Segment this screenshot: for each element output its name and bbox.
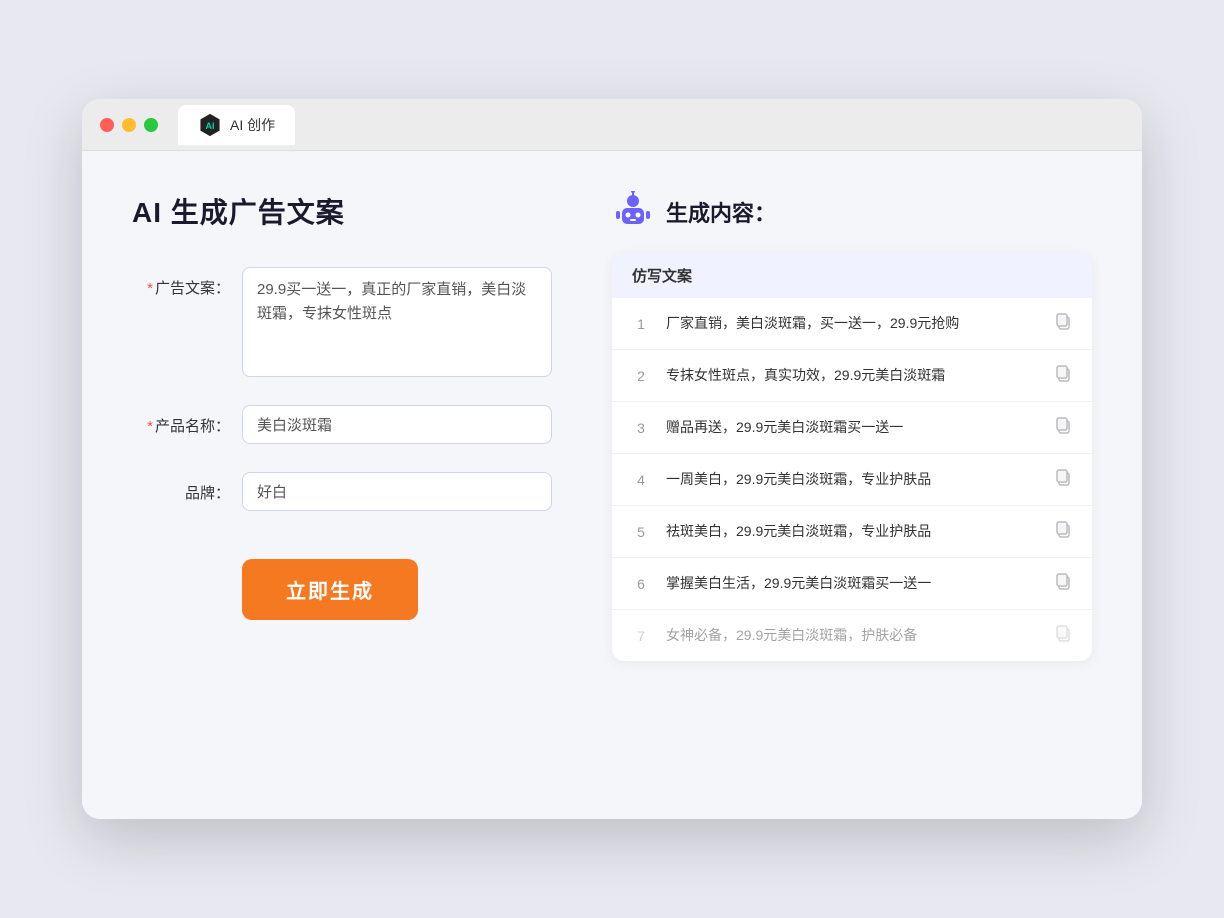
left-panel: AI 生成广告文案 *广告文案： 29.9买一送一，真正的厂家直销，美白淡斑霜，… xyxy=(132,191,552,620)
results-list: 1 厂家直销，美白淡斑霜，买一送一，29.9元抢购 2 专抹女性斑点，真实功效，29… xyxy=(612,298,1092,661)
ad-copy-label: *广告文案： xyxy=(132,267,242,298)
results-column-header: 仿写文案 xyxy=(612,253,1092,298)
row-number: 3 xyxy=(632,420,650,436)
table-row: 2 专抹女性斑点，真实功效，29.9元美白淡斑霜 xyxy=(612,350,1092,402)
browser-window: AI AI 创作 AI 生成广告文案 *广告文案： 29.9买一送一，真正的厂家… xyxy=(82,99,1142,819)
row-text: 赠品再送，29.9元美白淡斑霜买一送一 xyxy=(666,417,1038,438)
minimize-button[interactable] xyxy=(122,118,136,132)
required-star-1: * xyxy=(147,280,153,297)
main-content: AI 生成广告文案 *广告文案： 29.9买一送一，真正的厂家直销，美白淡斑霜，… xyxy=(82,151,1142,701)
product-name-label: *产品名称： xyxy=(132,405,242,436)
copy-icon[interactable] xyxy=(1054,312,1072,335)
right-header: 生成内容： xyxy=(612,191,1092,233)
page-title: AI 生成广告文案 xyxy=(132,191,552,231)
copy-icon[interactable] xyxy=(1054,572,1072,595)
close-button[interactable] xyxy=(100,118,114,132)
row-number: 5 xyxy=(632,524,650,540)
right-panel: 生成内容： 仿写文案 1 厂家直销，美白淡斑霜，买一送一，29.9元抢购 2 专抹女… xyxy=(612,191,1092,661)
product-name-row: *产品名称： xyxy=(132,405,552,444)
copy-icon[interactable] xyxy=(1054,624,1072,647)
ad-copy-row: *广告文案： 29.9买一送一，真正的厂家直销，美白淡斑霜，专抹女性斑点 xyxy=(132,267,552,377)
row-text: 掌握美白生活，29.9元美白淡斑霜买一送一 xyxy=(666,573,1038,594)
tab-label: AI 创作 xyxy=(230,115,275,135)
table-row: 7 女神必备，29.9元美白淡斑霜，护肤必备 xyxy=(612,610,1092,661)
row-number: 7 xyxy=(632,628,650,644)
product-name-input[interactable] xyxy=(242,405,552,444)
table-row: 4 一周美白，29.9元美白淡斑霜，专业护肤品 xyxy=(612,454,1092,506)
row-text: 一周美白，29.9元美白淡斑霜，专业护肤品 xyxy=(666,469,1038,490)
brand-label: 品牌： xyxy=(132,472,242,503)
row-text: 女神必备，29.9元美白淡斑霜，护肤必备 xyxy=(666,625,1038,646)
row-text: 祛斑美白，29.9元美白淡斑霜，专业护肤品 xyxy=(666,521,1038,542)
row-text: 专抹女性斑点，真实功效，29.9元美白淡斑霜 xyxy=(666,365,1038,386)
row-number: 1 xyxy=(632,316,650,332)
copy-icon[interactable] xyxy=(1054,364,1072,387)
required-star-2: * xyxy=(147,418,153,435)
copy-icon[interactable] xyxy=(1054,520,1072,543)
table-row: 1 厂家直销，美白淡斑霜，买一送一，29.9元抢购 xyxy=(612,298,1092,350)
brand-row: 品牌： xyxy=(132,472,552,511)
table-row: 3 赠品再送，29.9元美白淡斑霜买一送一 xyxy=(612,402,1092,454)
table-row: 6 掌握美白生活，29.9元美白淡斑霜买一送一 xyxy=(612,558,1092,610)
robot-icon xyxy=(612,191,654,233)
copy-icon[interactable] xyxy=(1054,468,1072,491)
svg-text:AI: AI xyxy=(206,120,215,130)
ai-tab[interactable]: AI AI 创作 xyxy=(178,105,295,145)
right-title: 生成内容： xyxy=(666,196,776,228)
row-text: 厂家直销，美白淡斑霜，买一送一，29.9元抢购 xyxy=(666,313,1038,334)
results-table: 仿写文案 1 厂家直销，美白淡斑霜，买一送一，29.9元抢购 2 专抹女性斑点，真实… xyxy=(612,253,1092,661)
table-row: 5 祛斑美白，29.9元美白淡斑霜，专业护肤品 xyxy=(612,506,1092,558)
row-number: 4 xyxy=(632,472,650,488)
titlebar: AI AI 创作 xyxy=(82,99,1142,151)
ai-tab-icon: AI xyxy=(198,113,222,137)
row-number: 6 xyxy=(632,576,650,592)
maximize-button[interactable] xyxy=(144,118,158,132)
row-number: 2 xyxy=(632,368,650,384)
copy-icon[interactable] xyxy=(1054,416,1072,439)
generate-button[interactable]: 立即生成 xyxy=(242,559,418,620)
brand-input[interactable] xyxy=(242,472,552,511)
ad-copy-input[interactable]: 29.9买一送一，真正的厂家直销，美白淡斑霜，专抹女性斑点 xyxy=(242,267,552,377)
traffic-lights xyxy=(100,118,158,132)
